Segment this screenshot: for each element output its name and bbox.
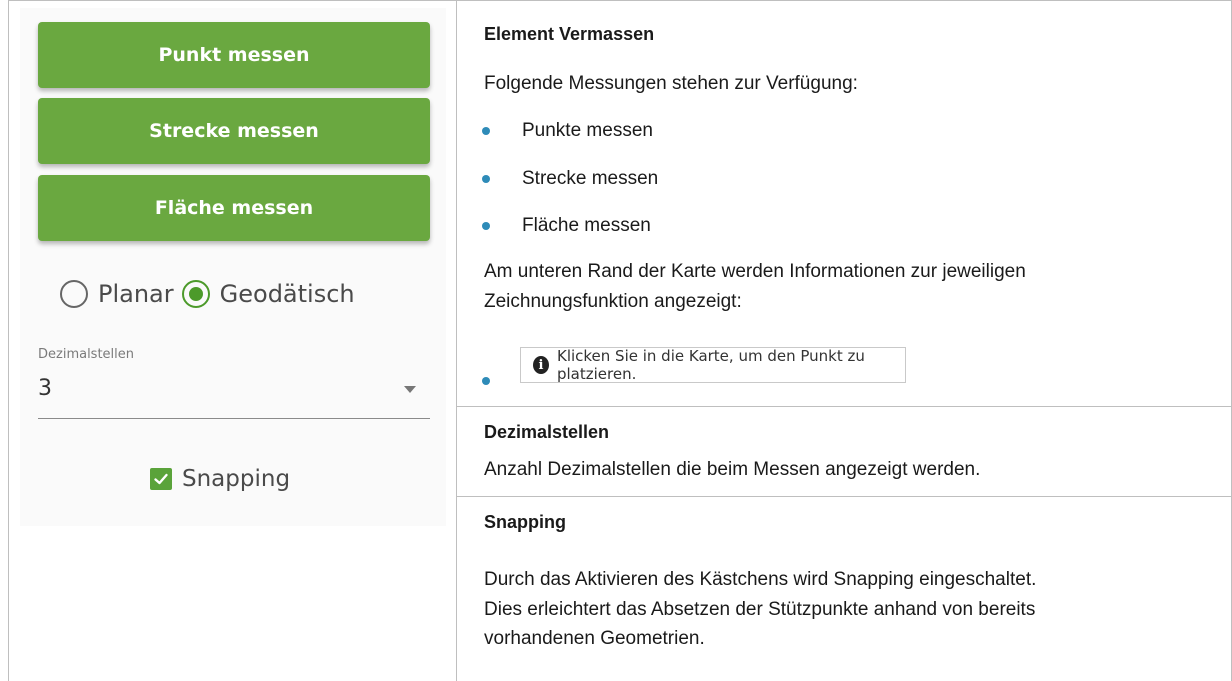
dropdown-caret-icon	[404, 386, 416, 393]
checkmark-icon	[154, 473, 168, 485]
list-item: Fläche messen	[522, 215, 651, 236]
list-bullet	[482, 222, 490, 230]
info-paragraph-line1: Am unteren Rand der Karte werden Informa…	[484, 261, 1026, 282]
snapping-checkbox[interactable]	[150, 468, 172, 490]
table-column-divider	[456, 0, 457, 681]
section-title-vermassen: Element Vermassen	[484, 24, 655, 44]
planar-label: Planar	[98, 280, 174, 308]
decimals-value: 3	[38, 376, 52, 401]
row-divider-1	[456, 406, 1232, 407]
list-item: Strecke messen	[522, 168, 659, 189]
info-paragraph-line2: Zeichnungsfunktion angezeigt:	[484, 291, 742, 312]
list-item: Punkte messen	[522, 120, 653, 141]
snapping-text-line2: Dies erleichtert das Absetzen der Stützp…	[484, 599, 1036, 620]
decimals-label: Dezimalstellen	[38, 347, 135, 362]
table-left-border	[8, 0, 9, 681]
snapping-text-line1: Durch das Aktivieren des Kästchens wird …	[484, 569, 1037, 590]
planar-radio[interactable]	[60, 280, 88, 308]
list-bullet	[482, 377, 490, 385]
snapping-label: Snapping	[182, 466, 291, 492]
decimals-select[interactable]: 3	[38, 370, 430, 419]
measure-area-button[interactable]: Fläche messen	[38, 175, 430, 241]
section-intro: Folgende Messungen stehen zur Verfügung:	[484, 73, 858, 94]
snapping-toggle[interactable]: Snapping	[150, 466, 290, 492]
info-icon: i	[533, 356, 549, 374]
snapping-text-line3: vorhandenen Geometrien.	[484, 628, 705, 649]
section-title-dezimalstellen: Dezimalstellen	[484, 422, 610, 442]
measure-mode-group: Planar Geodätisch	[60, 280, 363, 308]
radio-selected-dot	[188, 287, 203, 301]
measure-widget-panel: Punkt messen Strecke messen Fläche messe…	[20, 8, 446, 526]
list-bullet	[482, 127, 490, 135]
section-title-snapping: Snapping	[484, 512, 566, 532]
section-text-dezimalstellen: Anzahl Dezimalstellen die beim Messen an…	[484, 459, 981, 480]
row-divider-2	[456, 496, 1232, 497]
measure-distance-button[interactable]: Strecke messen	[38, 98, 430, 164]
list-bullet	[482, 175, 490, 183]
geodetic-radio[interactable]	[181, 280, 210, 308]
table-top-border	[8, 0, 1232, 1]
measure-point-button[interactable]: Punkt messen	[38, 22, 430, 88]
geodetic-label: Geodätisch	[219, 280, 355, 308]
hint-text: Klicken Sie in die Karte, um den Punkt z…	[556, 347, 865, 383]
hint-info-box: i Klicken Sie in die Karte, um den Punkt…	[520, 347, 906, 383]
